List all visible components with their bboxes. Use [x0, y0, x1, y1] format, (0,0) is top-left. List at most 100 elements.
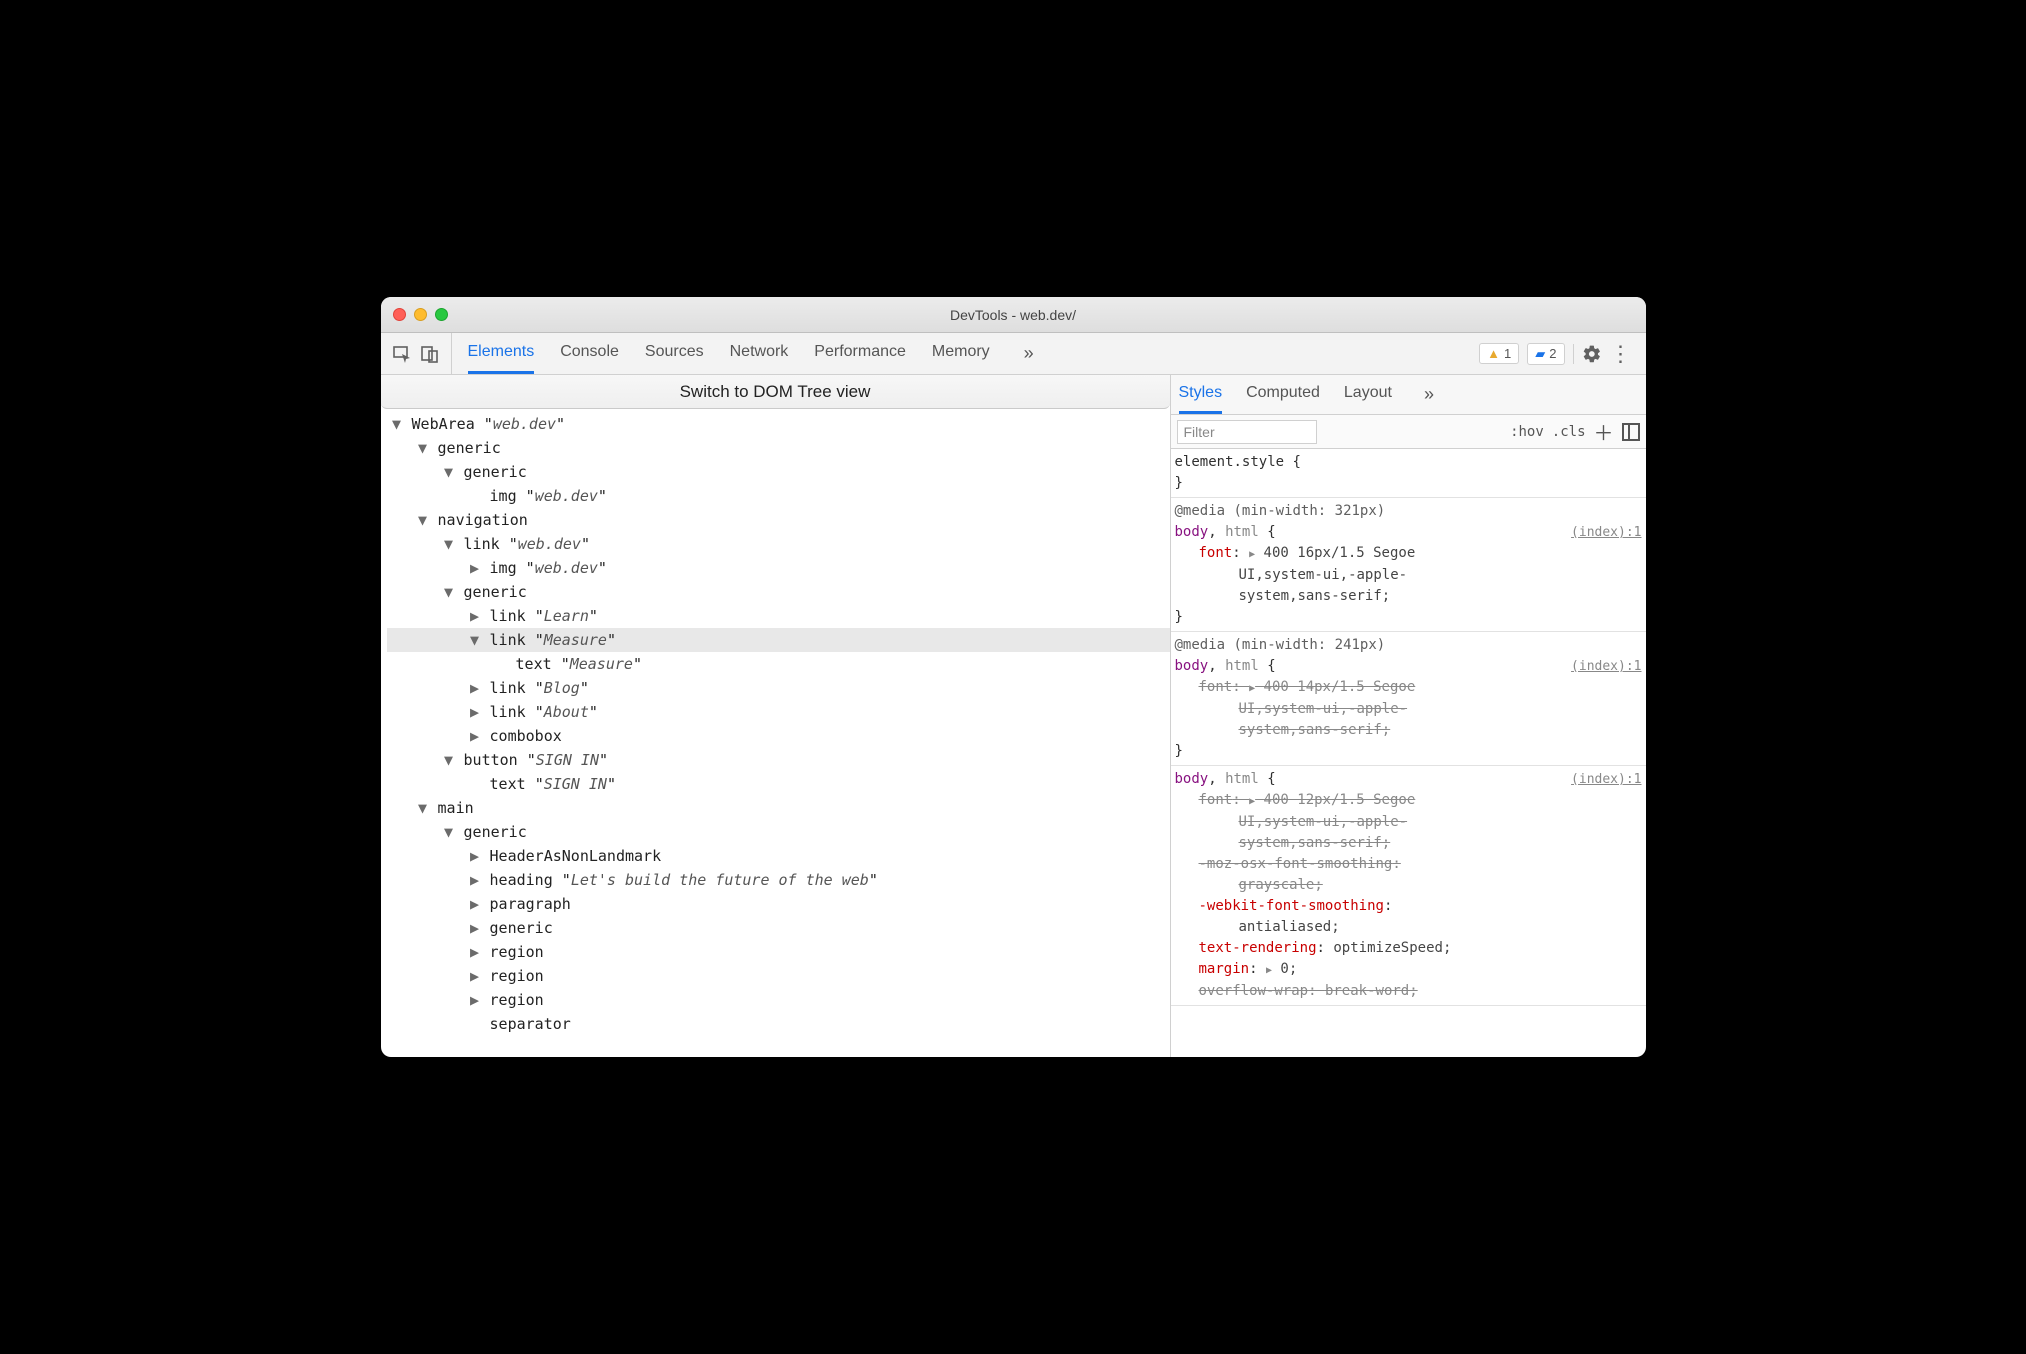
settings-icon[interactable]: [1582, 344, 1602, 364]
tree-row[interactable]: ▶ link "About": [387, 700, 1170, 724]
tree-node-role: link: [481, 631, 526, 649]
tree-row[interactable]: ▶ text "Measure": [387, 652, 1170, 676]
tree-row[interactable]: ▼ main: [387, 796, 1170, 820]
tree-node-name: "web.dev": [475, 415, 565, 433]
tree-row[interactable]: ▶ region: [387, 964, 1170, 988]
tree-row[interactable]: ▼ generic: [387, 580, 1170, 604]
styles-tab-computed[interactable]: Computed: [1246, 375, 1320, 414]
styles-tab-layout[interactable]: Layout: [1344, 375, 1392, 414]
expand-arrow-down-icon[interactable]: ▼: [443, 820, 455, 844]
styles-tabs-overflow[interactable]: »: [1416, 375, 1442, 414]
source-link[interactable]: (index):1: [1571, 656, 1641, 677]
expand-arrow-down-icon[interactable]: ▼: [443, 580, 455, 604]
tree-node-role: navigation: [429, 511, 528, 529]
tree-row[interactable]: ▶ generic: [387, 916, 1170, 940]
window-title: DevTools - web.dev/: [381, 307, 1646, 323]
tree-node-role: text: [507, 655, 552, 673]
expand-arrow-down-icon[interactable]: ▼: [443, 460, 455, 484]
expand-arrow-right-icon[interactable]: ▶: [469, 844, 481, 868]
tree-node-name: "Learn": [526, 607, 598, 625]
tree-row[interactable]: ▶ img "web.dev": [387, 556, 1170, 580]
device-toolbar-icon[interactable]: [419, 343, 441, 365]
elements-pane: Switch to DOM Tree view ▼ WebArea "web.d…: [381, 375, 1171, 1057]
expand-arrow-right-icon[interactable]: ▶: [469, 964, 481, 988]
toggle-tree-view-button[interactable]: Switch to DOM Tree view: [381, 375, 1170, 409]
tree-node-role: img: [481, 487, 517, 505]
issues-badge[interactable]: ▰ 2: [1527, 343, 1564, 365]
tree-row[interactable]: ▶ combobox: [387, 724, 1170, 748]
rule-media-321[interactable]: @media (min-width: 321px) (index):1 body…: [1171, 498, 1646, 632]
expand-arrow-right-icon[interactable]: ▶: [469, 604, 481, 628]
tab-console[interactable]: Console: [560, 333, 619, 374]
styles-tab-styles[interactable]: Styles: [1179, 375, 1223, 414]
issues-count: 2: [1549, 346, 1556, 361]
tab-sources[interactable]: Sources: [645, 333, 704, 374]
expand-arrow-down-icon[interactable]: ▼: [417, 796, 429, 820]
tree-row[interactable]: ▶ link "Blog": [387, 676, 1170, 700]
expand-arrow-right-icon[interactable]: ▶: [469, 700, 481, 724]
expand-arrow-right-icon[interactable]: ▶: [469, 916, 481, 940]
source-link[interactable]: (index):1: [1571, 522, 1641, 543]
expand-arrow-right-icon[interactable]: ▶: [469, 556, 481, 580]
tree-node-role: link: [455, 535, 500, 553]
tree-node-name: "SIGN IN": [518, 751, 608, 769]
tab-network[interactable]: Network: [730, 333, 789, 374]
expand-arrow-right-icon[interactable]: ▶: [469, 724, 481, 748]
expand-arrow-down-icon[interactable]: ▼: [443, 748, 455, 772]
tree-row[interactable]: ▶ paragraph: [387, 892, 1170, 916]
expand-arrow-right-icon[interactable]: ▶: [469, 988, 481, 1012]
tree-row[interactable]: ▶ link "Learn": [387, 604, 1170, 628]
accessibility-tree[interactable]: ▼ WebArea "web.dev"▼ generic▼ generic▶ i…: [381, 409, 1170, 1057]
tree-row[interactable]: ▶ separator: [387, 1012, 1170, 1036]
tree-row[interactable]: ▼ generic: [387, 460, 1170, 484]
tree-row[interactable]: ▼ link "web.dev": [387, 532, 1170, 556]
tree-node-role: region: [481, 943, 544, 961]
tree-row[interactable]: ▼ button "SIGN IN": [387, 748, 1170, 772]
warnings-count: 1: [1504, 346, 1511, 361]
tree-row[interactable]: ▼ WebArea "web.dev": [387, 412, 1170, 436]
tree-row[interactable]: ▼ link "Measure": [387, 628, 1170, 652]
source-link[interactable]: (index):1: [1571, 769, 1641, 790]
expand-arrow-down-icon[interactable]: ▼: [469, 628, 481, 652]
rule-element-style[interactable]: element.style { }: [1171, 449, 1646, 498]
tab-performance[interactable]: Performance: [814, 333, 906, 374]
expand-arrow-down-icon[interactable]: ▼: [443, 532, 455, 556]
styles-filter-row: :hov .cls ＋: [1171, 415, 1646, 449]
styles-rules[interactable]: element.style { } @media (min-width: 321…: [1171, 449, 1646, 1057]
cls-toggle[interactable]: .cls: [1552, 424, 1586, 440]
expand-arrow-down-icon[interactable]: ▼: [417, 508, 429, 532]
expand-arrow-right-icon[interactable]: ▶: [469, 676, 481, 700]
tree-row[interactable]: ▶ region: [387, 988, 1170, 1012]
expand-arrow-right-icon[interactable]: ▶: [469, 868, 481, 892]
tree-row[interactable]: ▶ HeaderAsNonLandmark: [387, 844, 1170, 868]
tree-row[interactable]: ▶ region: [387, 940, 1170, 964]
expand-arrow-right-icon[interactable]: ▶: [469, 940, 481, 964]
computed-sidebar-toggle-icon[interactable]: [1622, 423, 1640, 441]
main-toolbar: Elements Console Sources Network Perform…: [381, 333, 1646, 375]
tree-row[interactable]: ▶ text "SIGN IN": [387, 772, 1170, 796]
rule-media-241[interactable]: @media (min-width: 241px) (index):1 body…: [1171, 632, 1646, 766]
tree-row[interactable]: ▼ generic: [387, 820, 1170, 844]
tree-node-role: generic: [455, 823, 527, 841]
tree-node-role: WebArea: [403, 415, 475, 433]
expand-arrow-right-icon[interactable]: ▶: [469, 892, 481, 916]
more-options-icon[interactable]: ⋮: [1610, 343, 1632, 365]
tree-row[interactable]: ▼ navigation: [387, 508, 1170, 532]
tree-node-name: "Measure": [526, 631, 616, 649]
new-style-rule-button[interactable]: ＋: [1594, 417, 1614, 446]
styles-filter-input[interactable]: [1177, 420, 1317, 444]
tree-node-role: button: [455, 751, 518, 769]
warnings-badge[interactable]: ▲ 1: [1479, 343, 1519, 364]
inspect-element-icon[interactable]: [391, 343, 413, 365]
tabs-overflow[interactable]: »: [1016, 333, 1042, 374]
hov-toggle[interactable]: :hov: [1510, 424, 1544, 440]
expand-arrow-down-icon[interactable]: ▼: [391, 412, 403, 436]
tree-row[interactable]: ▶ img "web.dev": [387, 484, 1170, 508]
tree-row[interactable]: ▼ generic: [387, 436, 1170, 460]
rule-body-html[interactable]: (index):1 body, html { font: ▶ 400 12px/…: [1171, 766, 1646, 1006]
styles-tabs: Styles Computed Layout »: [1171, 375, 1646, 415]
tab-elements[interactable]: Elements: [468, 333, 535, 374]
expand-arrow-down-icon[interactable]: ▼: [417, 436, 429, 460]
tab-memory[interactable]: Memory: [932, 333, 990, 374]
tree-row[interactable]: ▶ heading "Let's build the future of the…: [387, 868, 1170, 892]
